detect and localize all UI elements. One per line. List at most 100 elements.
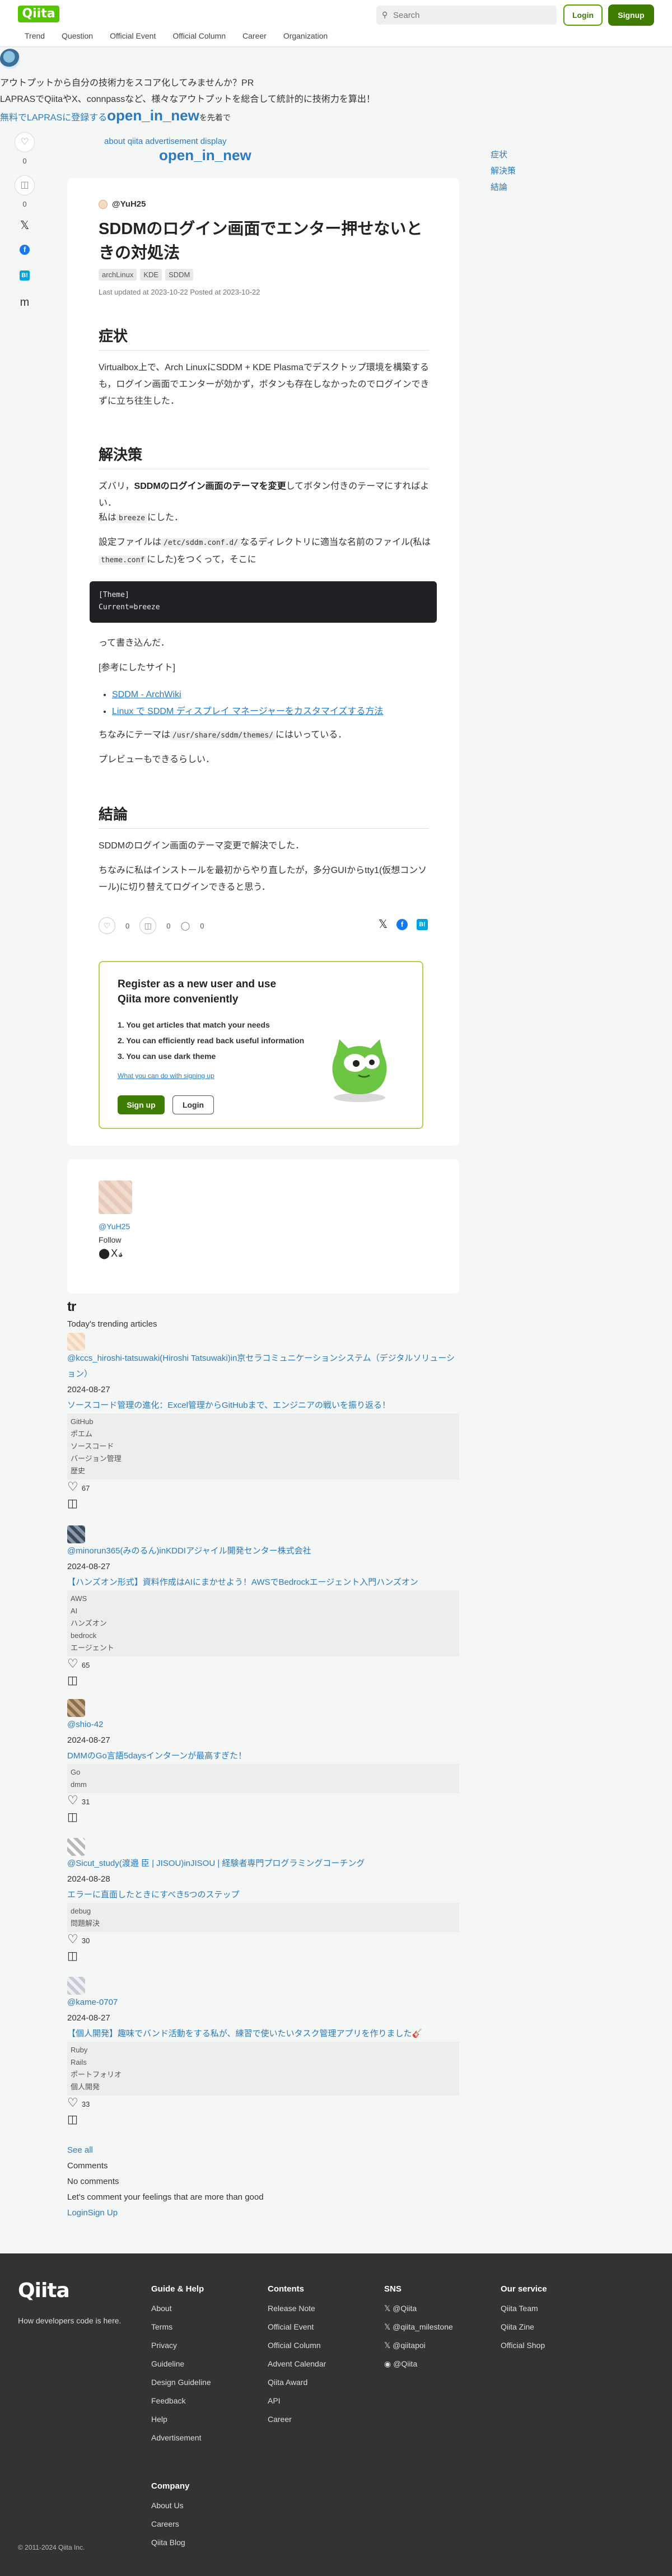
tag[interactable]: Go (71, 1766, 456, 1779)
see-all-link[interactable]: See all (67, 2143, 264, 2158)
footer-link[interactable]: Official Event (268, 2318, 326, 2336)
footer-link[interactable]: Privacy (151, 2336, 211, 2355)
author-avatar[interactable] (99, 1180, 132, 1214)
open-in-new-icon[interactable]: open_in_new (107, 107, 199, 124)
like-icon[interactable]: ♡ 30 (67, 1932, 459, 1948)
trending-title[interactable]: ソースコード管理の進化：Excel管理からGitHubまで、エンジニアの戦いを振… (67, 1398, 459, 1413)
link-archwiki[interactable]: SDDM - ArchWiki (112, 690, 181, 699)
trending-author[interactable]: @shio-42 (67, 1717, 459, 1733)
follow-button[interactable]: Follow (99, 1235, 121, 1244)
toc-item-solution[interactable]: 解決策 (491, 163, 516, 179)
footer-link[interactable]: About Us (151, 2496, 189, 2515)
nav-trend[interactable]: Trend (25, 31, 45, 40)
stock-button[interactable]: ◫ (15, 175, 35, 195)
ad-label[interactable]: about qiita advertisement display (104, 137, 226, 146)
tag[interactable]: Rails (71, 2056, 456, 2069)
footer-link[interactable]: Guideline (151, 2355, 211, 2373)
footer-link[interactable]: Official Column (268, 2336, 326, 2355)
avatar[interactable] (67, 1977, 85, 1995)
hatena-share-icon[interactable]: B! (417, 918, 428, 930)
trending-author[interactable]: @kccs_hiroshi-tatsuwaki(Hiroshi Tatsuwak… (67, 1351, 459, 1382)
trending-title[interactable]: 【ハンズオン形式】資料作成はAIにまかせよう！AWSでBedrockエージェント… (67, 1575, 459, 1590)
avatar[interactable] (67, 1333, 85, 1351)
facebook-share-icon[interactable]: f (396, 918, 408, 930)
tag-archlinux[interactable]: archLinux (99, 269, 137, 281)
toc-item-conclusion[interactable]: 結論 (491, 179, 516, 195)
tag[interactable]: 歴史 (71, 1465, 456, 1477)
tag[interactable]: Ruby (71, 2044, 456, 2056)
footer-link[interactable]: Careers (151, 2515, 189, 2533)
facebook-share-icon[interactable]: f (20, 245, 30, 255)
tag[interactable]: AI (71, 1605, 456, 1617)
footer-link[interactable]: Qiita Team (501, 2299, 547, 2318)
tag-sddm[interactable]: SDDM (165, 269, 194, 281)
footer-link[interactable]: Qiita Award (268, 2373, 326, 2392)
author-avatar[interactable] (99, 199, 108, 209)
footer-link[interactable]: Qiita Blog (151, 2533, 189, 2552)
stock-icon[interactable]: ◫ (67, 1948, 459, 1964)
hatena-share-icon[interactable]: B! (20, 270, 30, 281)
like-icon[interactable]: ♡ 31 (67, 1793, 459, 1809)
search-box[interactable]: ⚲ (376, 6, 557, 25)
nav-official-column[interactable]: Official Column (172, 31, 226, 40)
comment-signup-link[interactable]: Sign Up (88, 2208, 118, 2218)
tag[interactable]: バージョン管理 (71, 1453, 456, 1465)
footer-link[interactable]: Career (268, 2410, 326, 2429)
tag[interactable]: GitHub (71, 1416, 456, 1428)
signup-button[interactable]: Signup (608, 4, 654, 26)
nav-career[interactable]: Career (242, 31, 267, 40)
tag[interactable]: AWS (71, 1593, 456, 1605)
footer-link[interactable]: Advertisement (151, 2429, 211, 2447)
like-button[interactable]: ♡ (15, 132, 35, 152)
tag[interactable]: 問題解決 (71, 1917, 456, 1930)
like-icon[interactable]: ♡ 33 (67, 2096, 459, 2112)
login-button[interactable]: Login (563, 4, 603, 26)
stock-icon[interactable]: ◫ (67, 1809, 459, 1825)
footer-link[interactable]: Qiita Zine (501, 2318, 547, 2336)
like-icon[interactable]: ♡ 65 (67, 1656, 459, 1673)
footer-link[interactable]: 𝕏 @qiita_milestone (384, 2318, 453, 2336)
author-name[interactable]: @YuH25 (112, 199, 146, 209)
trending-author[interactable]: @minorun365(みのるん)inKDDIアジャイル開発センター株式会社 (67, 1543, 459, 1559)
tag[interactable]: ポートフォリオ (71, 2069, 456, 2081)
tag[interactable]: ハンズオン (71, 1617, 456, 1630)
tag[interactable]: ポエム (71, 1428, 456, 1440)
trending-title[interactable]: エラーに直面したときにすべき5つのステップ (67, 1887, 459, 1903)
more-icon[interactable]: m (15, 296, 35, 309)
footer-link[interactable]: API (268, 2392, 326, 2410)
footer-link[interactable]: 𝕏 @qiitapoi (384, 2336, 453, 2355)
footer-link[interactable]: About (151, 2299, 211, 2318)
like-icon[interactable]: ♡ 67 (67, 1480, 459, 1496)
footer-link[interactable]: Help (151, 2410, 211, 2429)
toc-item-symptom[interactable]: 症状 (491, 147, 516, 163)
footer-link[interactable]: Design Guideline (151, 2373, 211, 2392)
footer-logo[interactable]: Qiita (18, 2279, 70, 2302)
promo-register-link[interactable]: 無料でLAPRASに登録する (0, 113, 107, 123)
footer-link[interactable]: 𝕏 @Qiita (384, 2299, 453, 2318)
stock-icon[interactable]: ◫ (67, 1496, 459, 1511)
avatar[interactable] (67, 1525, 85, 1543)
register-signup-button[interactable]: Sign up (118, 1095, 165, 1114)
footer-link[interactable]: Terms (151, 2318, 211, 2336)
x-share-icon[interactable]: 𝕏 (15, 218, 35, 232)
trending-title[interactable]: DMMのGo言語5daysインターンが最高すぎた！ (67, 1748, 459, 1764)
footer-link[interactable]: Feedback (151, 2392, 211, 2410)
footer-link[interactable]: Official Shop (501, 2336, 547, 2355)
ad-open-icon[interactable]: open_in_new (159, 147, 251, 164)
avatar[interactable] (67, 1699, 85, 1717)
author-social-links[interactable]: ⬤X𝓼 (99, 1248, 124, 1259)
tag[interactable]: debug (71, 1905, 456, 1917)
nav-question[interactable]: Question (62, 31, 93, 40)
trending-title[interactable]: 【個人開発】趣味でバンド活動をする私が、練習で使いたいタスク管理アプリを作りまし… (67, 2026, 459, 2042)
tag[interactable]: エージェント (71, 1642, 456, 1654)
register-info-link[interactable]: What you can do with signing up (118, 1072, 214, 1080)
tag[interactable]: ソースコード (71, 1440, 456, 1453)
trending-author[interactable]: @kame-0707 (67, 1995, 459, 2010)
tag[interactable]: bedrock (71, 1630, 456, 1642)
tag[interactable]: dmm (71, 1779, 456, 1791)
avatar[interactable] (67, 1838, 85, 1856)
nav-organization[interactable]: Organization (283, 31, 328, 40)
comment-icon[interactable]: ◯ (180, 921, 190, 931)
register-login-button[interactable]: Login (172, 1095, 214, 1114)
stock-icon[interactable]: ◫ (67, 2112, 459, 2127)
